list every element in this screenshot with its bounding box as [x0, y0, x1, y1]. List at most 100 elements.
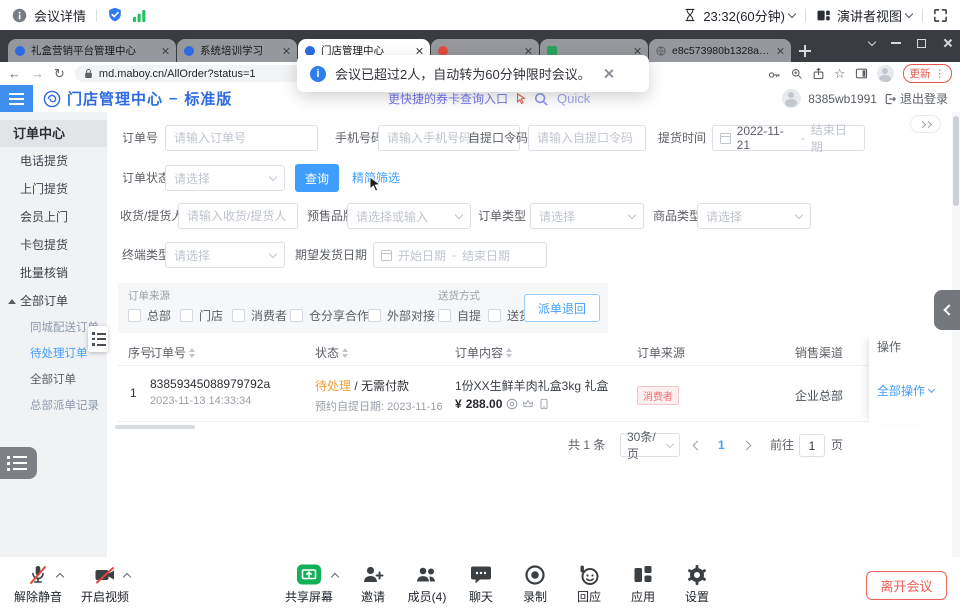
sidebar-drawer-handle[interactable]: [88, 326, 108, 352]
fullscreen-icon[interactable]: [933, 8, 948, 23]
receiver-input[interactable]: [178, 203, 298, 229]
checkbox-warehouse-share[interactable]: 仓分享合作: [290, 307, 369, 324]
order-no-input[interactable]: [165, 125, 318, 151]
quick-label[interactable]: Quick: [557, 91, 590, 106]
meeting-info-icon[interactable]: [12, 8, 27, 23]
mic-options-chevron[interactable]: [56, 573, 64, 581]
table-row[interactable]: 1 83859345088979792a 2023-11-13 14:33:34…: [118, 366, 946, 422]
terminal-type-select[interactable]: 请选择: [165, 242, 285, 268]
window-minimize-icon[interactable]: [891, 42, 901, 44]
sort-icon[interactable]: [189, 348, 195, 358]
video-options-chevron[interactable]: [123, 573, 131, 581]
coupon-query-link[interactable]: 更快捷的券卡查询入口: [388, 90, 508, 107]
window-close-icon[interactable]: [942, 38, 952, 48]
checkbox-hq[interactable]: 总部: [128, 307, 171, 324]
share-options-chevron[interactable]: [331, 573, 339, 581]
checkbox-self-pickup[interactable]: 自提: [438, 307, 481, 324]
hamburger-menu-button[interactable]: [0, 85, 33, 112]
sidebar-sub-hq-dispatch-records[interactable]: 总部派单记录: [0, 393, 107, 419]
dispatch-return-button[interactable]: 派单退回: [524, 294, 600, 322]
checkbox-external[interactable]: 外部对接: [368, 307, 435, 324]
page-size-select[interactable]: 30条/页: [620, 433, 680, 457]
prev-page-icon[interactable]: [693, 441, 703, 451]
sidebar-item-batch-verify[interactable]: 批量核销: [0, 259, 107, 287]
tab-close-icon[interactable]: [633, 47, 641, 55]
presale-brand-select[interactable]: 请选择或输入: [347, 203, 471, 229]
sidebar-sub-all-orders[interactable]: 全部订单: [0, 367, 107, 393]
next-page-icon[interactable]: [742, 441, 752, 451]
pickup-code-input[interactable]: [528, 125, 646, 151]
goto-page-input[interactable]: [799, 434, 825, 457]
all-actions-dropdown[interactable]: 全部操作: [877, 382, 946, 399]
sidebar-item-member-visit[interactable]: 会员上门: [0, 203, 107, 231]
start-video-button[interactable]: 开启视频: [74, 563, 136, 605]
leave-meeting-button[interactable]: 离开会议: [866, 571, 947, 600]
bookmark-star-icon[interactable]: ☆: [834, 66, 846, 82]
pickup-time-range-picker[interactable]: 2022-11-21 - 结束日期: [712, 125, 865, 151]
quick-search-icon[interactable]: [534, 92, 548, 106]
members-button[interactable]: 成员(4): [396, 563, 458, 605]
th-order-no[interactable]: 订单号: [150, 340, 195, 366]
tab-close-icon[interactable]: [161, 47, 169, 55]
key-icon[interactable]: [768, 67, 781, 80]
order-no[interactable]: 83859345088979792a: [150, 377, 270, 391]
forward-icon[interactable]: →: [31, 66, 44, 81]
window-maximize-icon[interactable]: [917, 39, 926, 48]
record-button[interactable]: 录制: [504, 563, 566, 605]
tab-close-icon[interactable]: [415, 47, 423, 55]
sidebar-group-all-orders[interactable]: 全部订单: [0, 287, 107, 315]
tab-close-icon[interactable]: [776, 47, 784, 55]
network-signal-icon[interactable]: [132, 8, 147, 23]
end-date-placeholder[interactable]: 结束日期: [462, 247, 510, 264]
scrollbar-thumb[interactable]: [953, 116, 959, 206]
floating-order-list-button[interactable]: [0, 447, 37, 479]
chat-button[interactable]: 聊天: [450, 563, 512, 605]
unmute-button[interactable]: 解除静音: [7, 563, 69, 605]
filter-expand-button[interactable]: [910, 115, 941, 133]
checkbox-store[interactable]: 门店: [180, 307, 223, 324]
settings-button[interactable]: 设置: [666, 563, 728, 605]
tab-close-icon[interactable]: [282, 47, 290, 55]
security-shield-icon[interactable]: [107, 7, 123, 23]
side-panel-icon[interactable]: [855, 67, 868, 80]
tab-close-icon[interactable]: [524, 47, 532, 55]
pickup-end-date-placeholder[interactable]: 结束日期: [811, 121, 857, 155]
goods-type-select[interactable]: 请选择: [697, 203, 811, 229]
share-icon[interactable]: [812, 67, 825, 80]
back-icon[interactable]: ←: [8, 66, 21, 81]
browser-tab-6[interactable]: e8c573980b1328a258fd2e6: [649, 39, 791, 62]
sort-icon[interactable]: [506, 348, 512, 358]
user-avatar[interactable]: [782, 89, 801, 108]
checkbox-icon[interactable]: [368, 309, 381, 322]
order-type-select[interactable]: 请选择: [530, 203, 644, 229]
sidebar-item-card-pickup[interactable]: 卡包提货: [0, 231, 107, 259]
checkbox-icon[interactable]: [180, 309, 193, 322]
table-horizontal-scrollbar[interactable]: [115, 425, 195, 429]
toast-close-icon[interactable]: [603, 68, 611, 79]
th-status[interactable]: 状态: [315, 340, 348, 366]
checkbox-consumer[interactable]: 消费者: [232, 307, 287, 324]
sidebar-item-door-pickup[interactable]: 上门提货: [0, 175, 107, 203]
view-mode-label[interactable]: 演讲者视图: [837, 6, 902, 25]
logout-button[interactable]: 退出登录: [884, 90, 948, 107]
search-button[interactable]: 查询: [295, 164, 339, 192]
th-content[interactable]: 订单内容: [455, 340, 512, 366]
zoom-icon[interactable]: [790, 67, 803, 80]
browser-tab-2[interactable]: 系统培训学习: [177, 39, 297, 62]
new-tab-icon[interactable]: [798, 44, 812, 58]
view-mode-dropdown-icon[interactable]: [905, 9, 913, 17]
meeting-details-label[interactable]: 会议详情: [34, 6, 86, 25]
checkbox-icon[interactable]: [488, 309, 501, 322]
checkbox-icon[interactable]: [232, 309, 245, 322]
pickup-start-date[interactable]: 2022-11-21: [737, 124, 795, 152]
checkbox-icon[interactable]: [128, 309, 141, 322]
start-date-placeholder[interactable]: 开始日期: [398, 247, 446, 264]
browser-menu-icon[interactable]: ⋮: [935, 68, 946, 80]
timer-dropdown-icon[interactable]: [788, 9, 796, 17]
reload-icon[interactable]: ↻: [54, 66, 65, 82]
invite-button[interactable]: 邀请: [342, 563, 404, 605]
browser-profile-avatar[interactable]: [877, 65, 894, 82]
apps-button[interactable]: 应用: [612, 563, 674, 605]
share-screen-button[interactable]: 共享屏幕: [278, 563, 340, 605]
browser-update-button[interactable]: 更新 ⋮: [903, 64, 953, 83]
